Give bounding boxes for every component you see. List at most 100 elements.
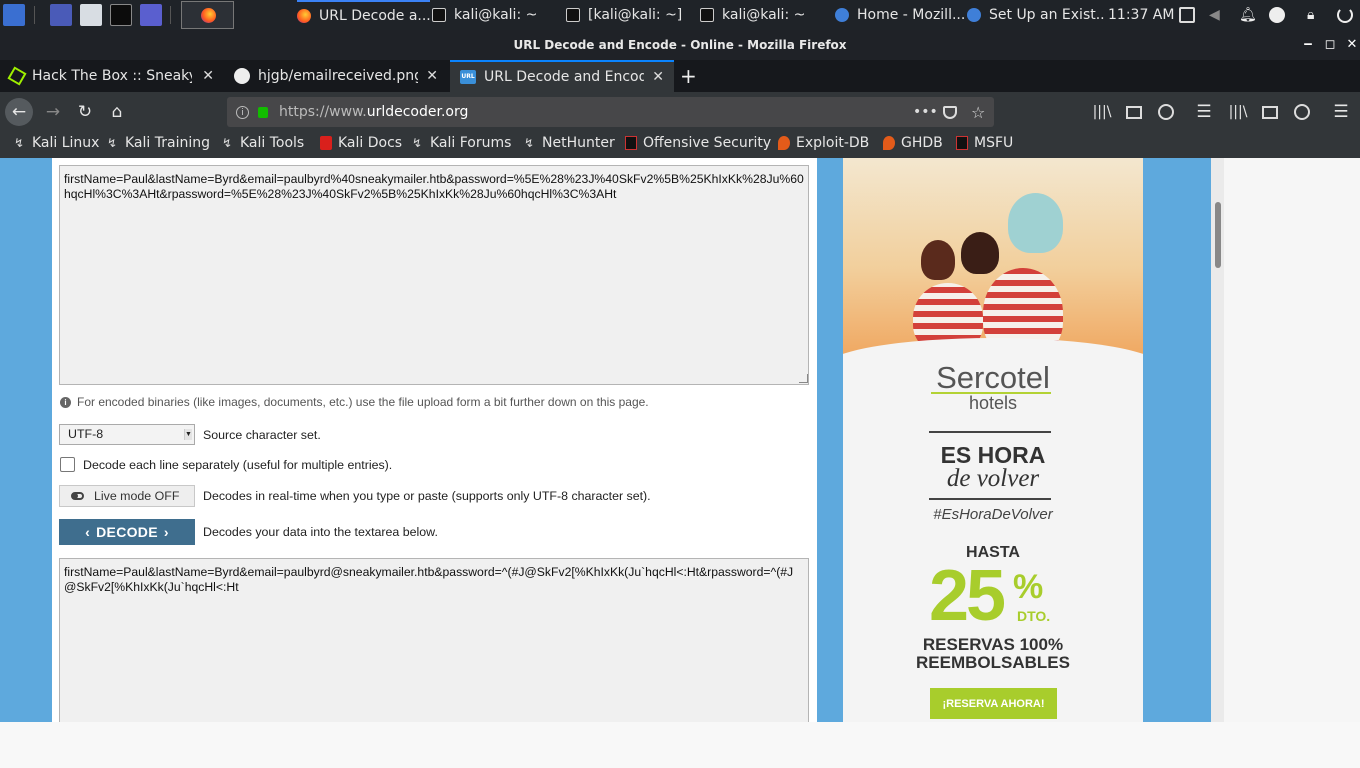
lock-icon[interactable]: 🔒︎: [1307, 7, 1323, 23]
kali-menu-icon[interactable]: [3, 4, 25, 26]
screen-recorder-icon[interactable]: [140, 4, 162, 26]
msfu-icon: [956, 136, 968, 150]
display-icon[interactable]: [1179, 7, 1195, 23]
ad-percent-sign: %: [1013, 568, 1044, 606]
decode-button[interactable]: ‹ DECODE ›: [59, 519, 195, 545]
notifications-icon[interactable]: 🔔︎: [1239, 7, 1257, 23]
library-button-2[interactable]: |||\: [1224, 98, 1252, 126]
sercotel-ad[interactable]: Sercotel hotels ES HORA de volver #EsHor…: [843, 158, 1143, 722]
each-line-checkbox[interactable]: [60, 457, 75, 472]
terminal-launcher-icon[interactable]: [110, 4, 132, 26]
decode-label: DECODE: [96, 524, 158, 540]
close-tab-icon[interactable]: ✕: [426, 68, 438, 84]
bookmark-kali-training[interactable]: ↯ Kali Training: [107, 135, 210, 151]
window-title: URL Decode and Encode - Online - Mozilla…: [513, 38, 847, 52]
forward-button[interactable]: →: [39, 98, 67, 126]
library-button[interactable]: |||\: [1088, 98, 1116, 126]
chevron-left-icon: ‹: [85, 524, 91, 540]
close-tab-icon[interactable]: ✕: [202, 68, 214, 84]
charset-row: UTF-8 ▼ Source character set.: [59, 424, 321, 445]
new-tab-button[interactable]: +: [680, 64, 697, 88]
tab-label: hjgb/emailreceived.png a: [258, 68, 418, 84]
pocket-icon[interactable]: [943, 105, 957, 119]
firefox-icon: [297, 9, 311, 23]
account-button-2[interactable]: [1288, 98, 1316, 126]
clock[interactable]: 11:37 AM: [1108, 0, 1174, 30]
binary-note: i For encoded binaries (like images, doc…: [60, 395, 649, 409]
account-icon: [1294, 104, 1310, 120]
tab-hackthebox[interactable]: Hack The Box :: SneakyM ✕: [0, 60, 224, 92]
encoded-input-textarea[interactable]: firstName=Paul&lastName=Byrd&email=paulb…: [59, 165, 809, 385]
account-button[interactable]: [1152, 98, 1180, 126]
ad-brand-sub: hotels: [968, 393, 1018, 413]
bookmark-ghdb[interactable]: GHDB: [883, 135, 943, 151]
bookmark-msfu[interactable]: MSFU: [956, 135, 1013, 151]
each-line-label[interactable]: Decode each line separately (useful for …: [83, 458, 392, 472]
bookmark-kali-tools[interactable]: ↯ Kali Tools: [222, 135, 304, 151]
menu-button-2[interactable]: ☰: [1327, 98, 1355, 126]
live-mode-button[interactable]: Live mode OFF: [59, 485, 195, 507]
page-scrollbar[interactable]: [1211, 158, 1224, 722]
tab-github[interactable]: hjgb/emailreceived.png a ✕: [224, 60, 448, 92]
ad-reserve-button[interactable]: ¡RESERVA AHORA!: [930, 688, 1057, 719]
github-icon: [234, 68, 250, 84]
url-text[interactable]: https://www.urldecoder.org: [279, 104, 468, 120]
bookmark-nethunter[interactable]: ↯ NetHunter: [524, 135, 615, 151]
window-titlebar: URL Decode and Encode - Online - Mozilla…: [0, 30, 1360, 60]
library-icon: |||\: [1092, 104, 1112, 120]
power-icon[interactable]: [1337, 7, 1353, 23]
bookmarks-bar: ↯ Kali Linux ↯ Kali Training ↯ Kali Tools K…: [0, 132, 1360, 158]
tab-urldecoder[interactable]: URL URL Decode and Encode ✕: [450, 60, 674, 92]
close-window-button[interactable]: ✕: [1342, 30, 1360, 60]
kali-dragon-icon: ↯: [107, 136, 118, 150]
task-thunderbird-2[interactable]: Set Up an Exist...: [967, 0, 1104, 30]
maximize-button[interactable]: ◻: [1320, 30, 1340, 60]
close-tab-icon[interactable]: ✕: [652, 69, 664, 85]
ad-reservas-1: RESERVAS 100%: [922, 635, 1064, 654]
sidebar-button-2[interactable]: [1256, 98, 1284, 126]
reload-icon: ↻: [77, 102, 93, 122]
task-firefox[interactable]: URL Decode a...: [297, 0, 430, 30]
star-icon[interactable]: ☆: [971, 103, 985, 122]
arrow-right-icon: →: [45, 102, 61, 122]
info-icon[interactable]: i: [236, 105, 249, 119]
ad-dto: DTO.: [1017, 608, 1051, 624]
minimize-button[interactable]: ‒: [1298, 30, 1318, 60]
decoded-output-textarea[interactable]: firstName=Paul&lastName=Byrd&email=paulb…: [59, 558, 809, 722]
task-terminal-2[interactable]: [kali@kali: ~]: [566, 0, 694, 30]
firefox-launcher[interactable]: [181, 1, 234, 29]
task-thunderbird-1[interactable]: Home - Mozill...: [835, 0, 965, 30]
charset-label: Source character set.: [203, 427, 321, 442]
bookmark-kali-linux[interactable]: ↯ Kali Linux: [14, 135, 99, 151]
info-icon: i: [60, 396, 71, 408]
thunderbird-icon: [967, 8, 981, 22]
task-terminal-3[interactable]: kali@kali: ~: [700, 0, 828, 30]
head-figure: [961, 232, 999, 274]
ad-reservas-2: REEMBOLSABLES: [916, 653, 1070, 672]
bookmark-offensive-security[interactable]: Offensive Security: [625, 135, 771, 151]
back-button[interactable]: ←: [5, 98, 33, 126]
home-button[interactable]: ⌂: [103, 98, 131, 126]
ad-discount: 25 % DTO.: [929, 556, 1069, 636]
task-label: Home - Mozill...: [857, 7, 965, 23]
bookmark-kali-forums[interactable]: ↯ Kali Forums: [412, 135, 511, 151]
lock-secure-icon[interactable]: [258, 106, 268, 118]
sidebar-button[interactable]: [1120, 98, 1148, 126]
bookmark-kali-docs[interactable]: Kali Docs: [320, 135, 402, 151]
workspace-icon[interactable]: [50, 4, 72, 26]
resize-handle[interactable]: [799, 374, 808, 383]
task-label: URL Decode a...: [319, 8, 430, 24]
hamburger-icon: ☰: [1196, 102, 1212, 122]
bookmark-label: MSFU: [974, 135, 1014, 151]
reload-button[interactable]: ↻: [71, 98, 99, 126]
page-actions-icon[interactable]: •••: [913, 104, 938, 120]
url-bar[interactable]: i https://www.urldecoder.org ••• ☆: [227, 97, 994, 127]
bookmark-exploit-db[interactable]: Exploit-DB: [778, 135, 869, 151]
charset-select[interactable]: UTF-8 ▼: [59, 424, 195, 445]
files-icon[interactable]: [80, 4, 102, 26]
scrollbar-thumb[interactable]: [1215, 202, 1221, 268]
menu-button[interactable]: ☰: [1190, 98, 1218, 126]
task-terminal-1[interactable]: kali@kali: ~: [432, 0, 560, 30]
volume-icon[interactable]: ◀: [1209, 7, 1225, 23]
updates-icon[interactable]: [1269, 7, 1285, 23]
